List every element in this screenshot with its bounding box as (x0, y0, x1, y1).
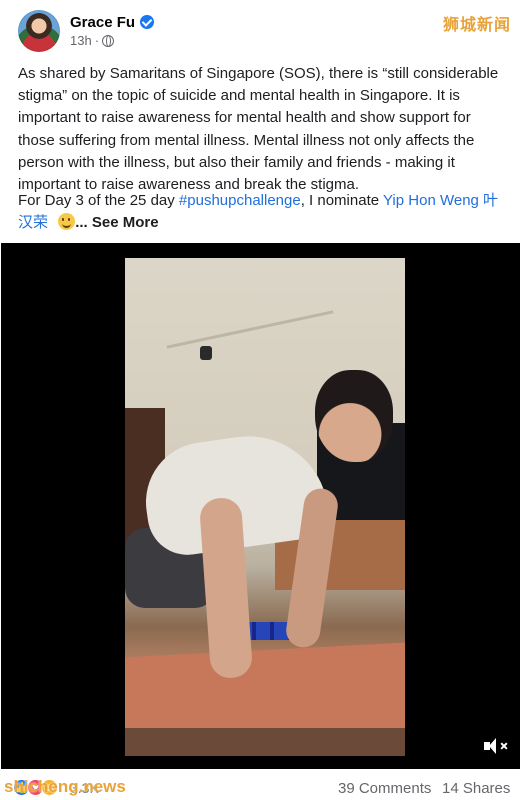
avatar-ring (18, 10, 60, 52)
p2-prefix: For Day 3 of the 25 day (18, 192, 179, 209)
meta-separator: · (94, 33, 100, 48)
comments-count[interactable]: 39 Comments (338, 780, 431, 797)
author-row: Grace Fu (70, 12, 155, 32)
hashtag-link[interactable]: #pushupchallenge (179, 192, 301, 209)
person-head (315, 370, 393, 462)
video-player[interactable] (1, 243, 520, 769)
see-more-link[interactable]: ... See More (75, 214, 158, 231)
post-timestamp[interactable]: 13h (70, 33, 92, 48)
watermark-top: 狮城新闻 (442, 17, 511, 34)
shares-count[interactable]: 14 Shares (442, 780, 510, 797)
wall-shelf (166, 310, 334, 349)
author-name[interactable]: Grace Fu (70, 14, 135, 31)
speaker-cone (489, 738, 496, 754)
video-frame[interactable] (125, 258, 405, 756)
post-paragraph-2: For Day 3 of the 25 day #pushupchallenge… (18, 190, 510, 234)
verified-badge-icon (140, 15, 155, 29)
floor (125, 728, 405, 756)
author-avatar[interactable] (18, 10, 60, 52)
post-header: Grace Fu 13h · 狮城新闻 (0, 0, 521, 58)
post-meta: 13h · (70, 33, 115, 48)
grinning-emoji-icon (58, 213, 76, 231)
p2-middle: , I nominate (300, 192, 383, 209)
volume-muted-icon[interactable] (484, 737, 508, 755)
post-paragraph-1: As shared by Samaritans of Singapore (SO… (18, 65, 499, 194)
globe-icon[interactable] (102, 34, 115, 47)
wall-lamp (200, 346, 212, 360)
post-footer: 👍 ♥ ☺ 3.3K shicheng.news 39 Comments 14 … (0, 772, 521, 800)
watermark-bottom: shicheng.news (4, 777, 126, 796)
